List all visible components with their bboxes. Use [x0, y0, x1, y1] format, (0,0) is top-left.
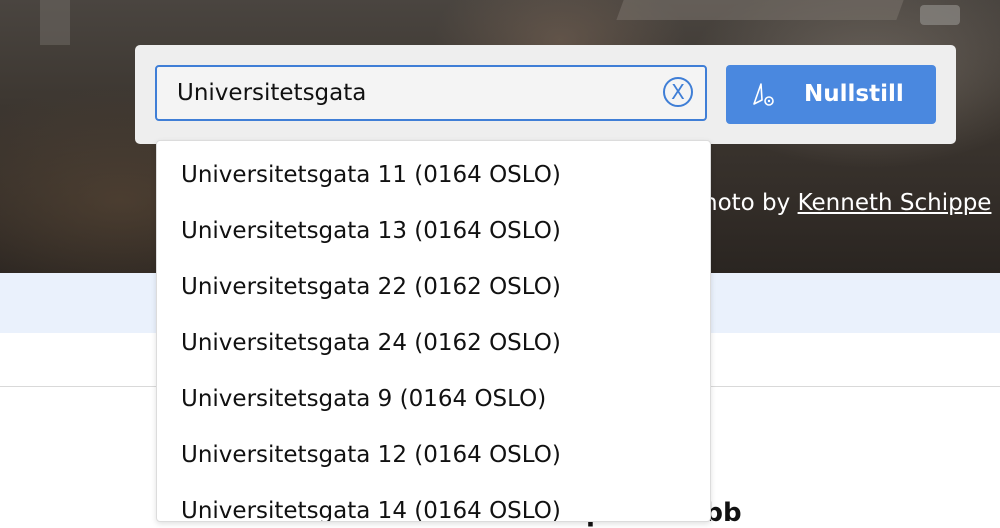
hero-decor [920, 5, 960, 25]
photo-credit-author-link[interactable]: Kenneth Schippe [798, 190, 992, 216]
hero-decor [616, 0, 904, 20]
reset-button-label: Nullstill [804, 81, 904, 107]
suggestion-item[interactable]: Universitetsgata 12 (0164 OSLO) [157, 427, 710, 483]
clear-search-button[interactable]: X [663, 77, 693, 107]
search-panel: X Nullstill [135, 45, 956, 144]
search-input-wrapper: X [155, 65, 707, 121]
photo-credit: hoto by Kenneth Schippe [703, 190, 991, 216]
suggestion-item[interactable]: Universitetsgata 22 (0162 OSLO) [157, 259, 710, 315]
suggestion-item[interactable]: Universitetsgata 24 (0162 OSLO) [157, 315, 710, 371]
location-arrow-icon [753, 83, 774, 106]
suggestion-item[interactable]: Universitetsgata 9 (0164 OSLO) [157, 371, 710, 427]
search-input[interactable] [177, 67, 647, 119]
close-circle-icon: X [671, 80, 685, 104]
hero-decor [40, 0, 70, 45]
suggestion-item[interactable]: Universitetsgata 14 (0164 OSLO) [157, 483, 710, 521]
suggestion-dropdown: Universitetsgata 11 (0164 OSLO) Universi… [156, 140, 711, 522]
reset-button[interactable]: Nullstill [726, 65, 936, 124]
suggestion-item[interactable]: Universitetsgata 11 (0164 OSLO) [157, 147, 710, 203]
photo-credit-prefix: hoto by [703, 190, 798, 216]
suggestion-item[interactable]: Universitetsgata 13 (0164 OSLO) [157, 203, 710, 259]
